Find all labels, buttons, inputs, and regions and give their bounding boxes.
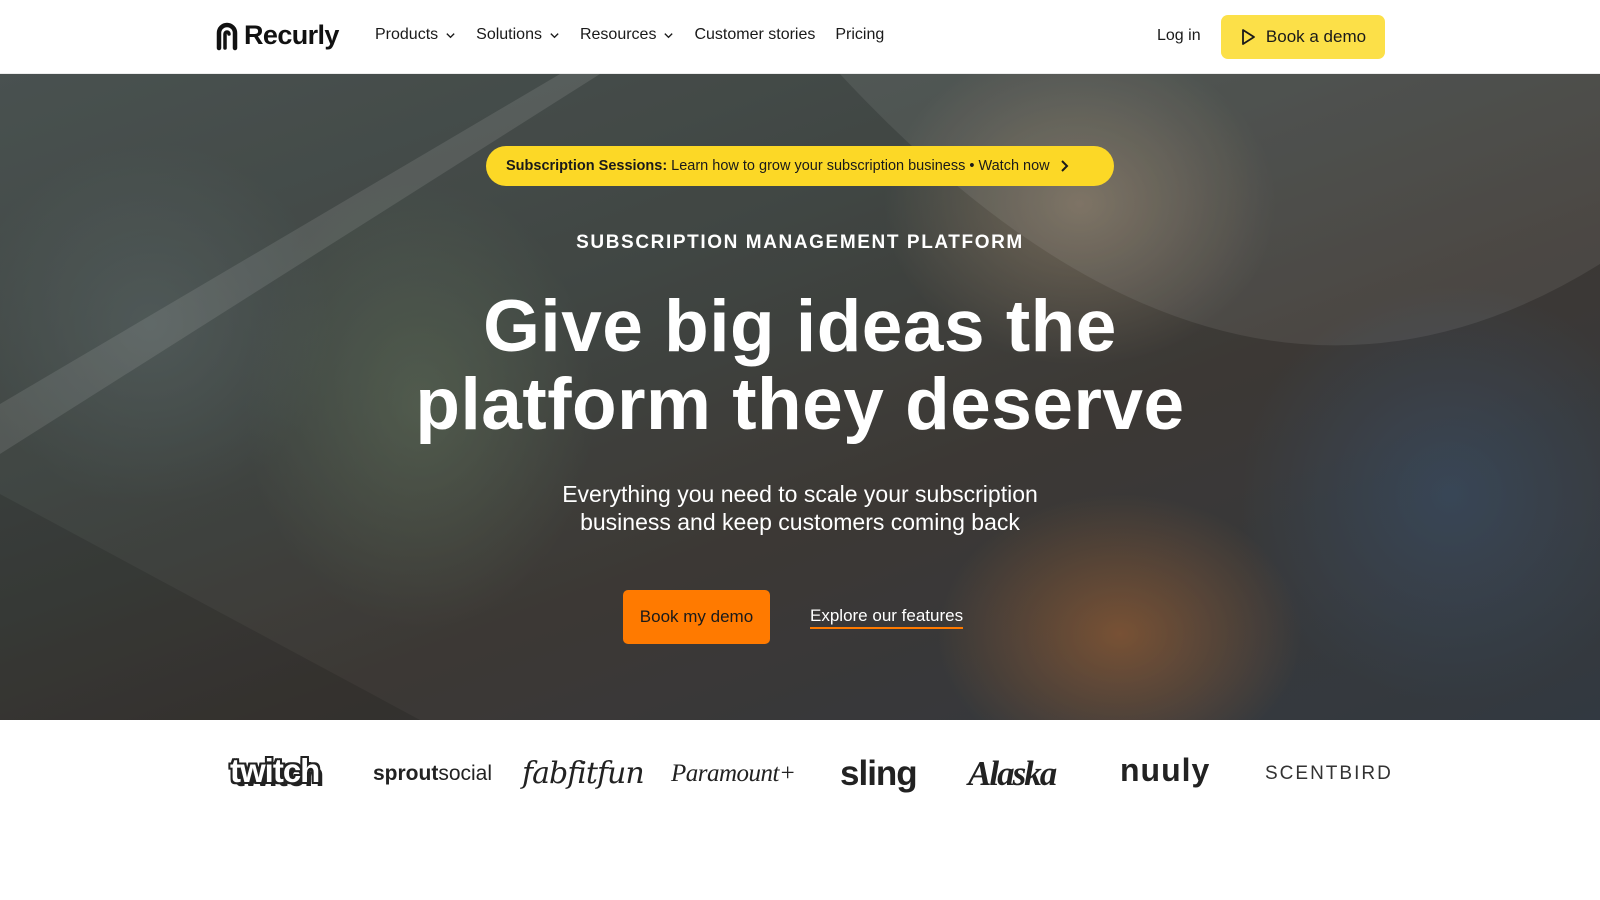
menu-item-resources[interactable]: Resources [580, 26, 674, 44]
fabfitfun-logo: fabfitfun [522, 756, 645, 791]
play-icon [1242, 29, 1255, 45]
sprout-text: sprout [373, 762, 439, 785]
menu-item-pricing[interactable]: Pricing [835, 26, 884, 44]
customer-logo-strip: twitch sproutsocial fabfitfun Paramount+… [0, 720, 1600, 830]
login-link[interactable]: Log in [1157, 27, 1201, 45]
book-demo-button[interactable]: Book a demo [1221, 15, 1385, 59]
alaska-logo: Alaska [968, 754, 1057, 793]
chevron-right-icon [1060, 159, 1070, 173]
headline-line: platform they deserve [415, 364, 1185, 445]
announcement-text: Learn how to grow your subscription busi… [671, 158, 1050, 174]
menu-item-products[interactable]: Products [375, 26, 456, 44]
menu-item-label: Products [375, 26, 439, 43]
menu-item-solutions[interactable]: Solutions [476, 26, 560, 44]
menu-item-label: Pricing [835, 26, 885, 43]
book-demo-label: Book a demo [1265, 27, 1367, 46]
menu-item-label: Resources [579, 26, 657, 43]
recurly-logo-icon [216, 22, 238, 50]
chevron-down-icon [663, 30, 674, 41]
menu-item-customer-stories[interactable]: Customer stories [694, 26, 815, 44]
recurly-logo[interactable]: Recurly [214, 20, 339, 51]
main-menu: Products Solutions Resources Customer st… [375, 26, 904, 44]
menu-item-label: Solutions [476, 26, 542, 43]
subheading-line: Everything you need to scale your subscr… [562, 481, 1038, 507]
top-navigation: Recurly Products Solutions Resources Cus… [0, 0, 1600, 74]
scentbird-logo: SCENTBIRD [1265, 763, 1393, 784]
logo-text: Recurly [244, 20, 339, 50]
announcement-title: Subscription Sessions: [506, 158, 668, 174]
social-text: social [438, 762, 493, 785]
nuuly-logo: nuuly [1120, 752, 1211, 788]
explore-features-link[interactable]: Explore our features [810, 606, 964, 629]
hero-subheading: Everything you need to scale your subscr… [0, 480, 1600, 536]
twitch-logo: twitch [230, 752, 320, 789]
hero-headline: Give big ideas the platform they deserve [0, 288, 1600, 444]
book-my-demo-button[interactable]: Book my demo [623, 590, 770, 644]
announcement-banner[interactable]: Subscription Sessions: Learn how to grow… [486, 146, 1114, 186]
chevron-down-icon [549, 30, 560, 41]
paramount-plus-logo: Paramount+ [671, 760, 796, 787]
hero-section: Subscription Sessions: Learn how to grow… [0, 74, 1600, 720]
sling-logo: sling [840, 754, 918, 793]
chevron-down-icon [445, 30, 456, 41]
sproutsocial-logo: sproutsocial [373, 762, 492, 786]
hero-eyebrow: SUBSCRIPTION MANAGEMENT PLATFORM [576, 232, 1024, 253]
subheading-line: business and keep customers coming back [580, 509, 1020, 535]
menu-item-label: Customer stories [694, 26, 816, 43]
headline-line: Give big ideas the [483, 286, 1117, 367]
